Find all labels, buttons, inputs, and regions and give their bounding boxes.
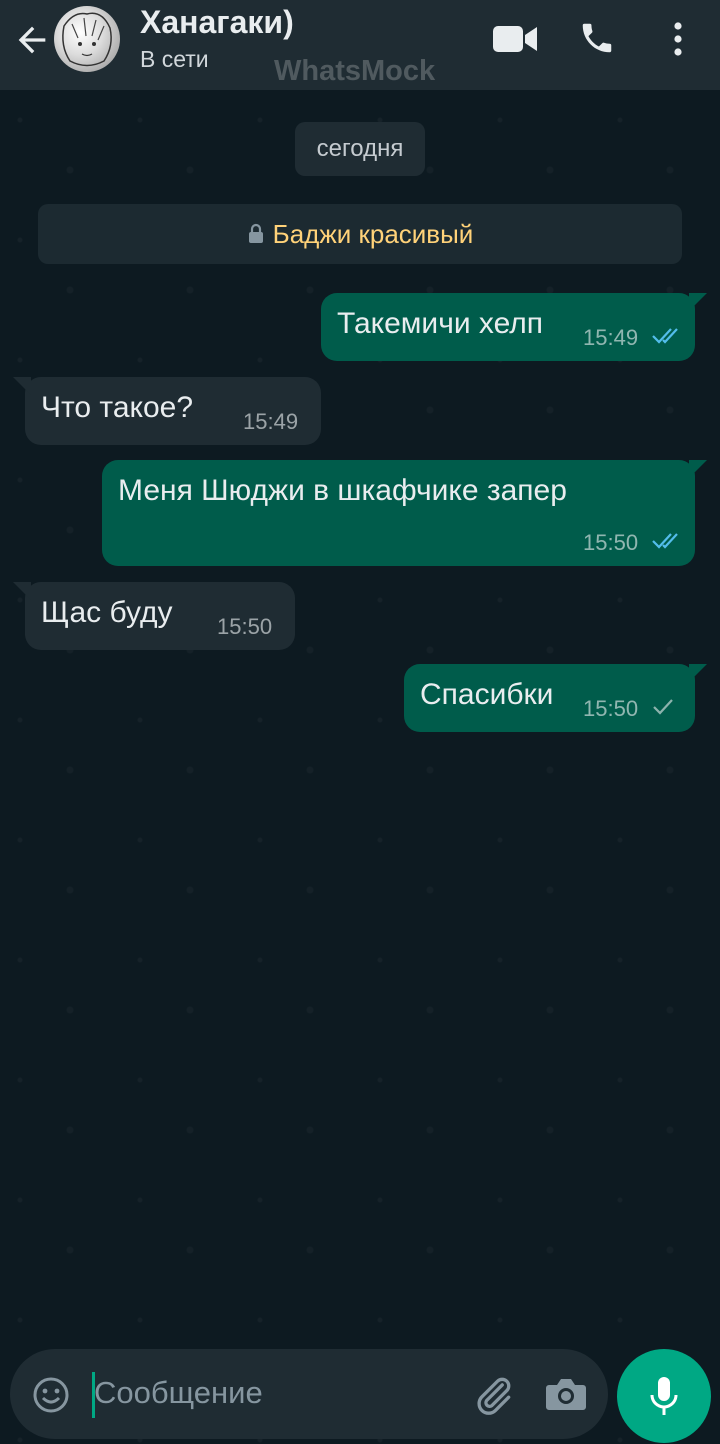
single-check-sent-icon: [653, 699, 673, 715]
message-text: Меня Шюджи в шкафчике запер: [118, 474, 567, 507]
message-time: 15:50: [583, 696, 639, 721]
video-call-icon[interactable]: [491, 22, 539, 56]
microphone-icon: [650, 1377, 678, 1415]
back-arrow-icon[interactable]: [12, 20, 52, 60]
paperclip-icon[interactable]: [472, 1373, 516, 1417]
message-bubble-outgoing[interactable]: Спасибки 15:50: [404, 664, 707, 732]
double-check-read-icon: [652, 533, 678, 549]
message-bubble-incoming[interactable]: Щас буду 15:50: [13, 582, 295, 650]
contact-status: В сети: [140, 46, 209, 72]
message-time: 15:49: [243, 409, 299, 434]
message-time: 15:50: [583, 530, 639, 555]
double-check-read-icon: [652, 328, 678, 344]
avatar[interactable]: [54, 6, 120, 72]
message-text: Что такое?: [41, 391, 194, 424]
message-bubble-incoming[interactable]: Что такое? 15:49: [13, 377, 321, 445]
watermark: WhatsMock: [274, 55, 436, 87]
encryption-banner[interactable]: Баджи красивый: [38, 204, 682, 264]
message-text: Спасибки: [420, 678, 554, 711]
message-bubble-outgoing[interactable]: Такемичи хелп 15:49: [321, 293, 707, 361]
lock-icon: [248, 223, 263, 243]
message-input[interactable]: Сообщение: [94, 1375, 263, 1411]
date-separator: сегодня: [295, 122, 425, 176]
message-time: 15:50: [217, 614, 273, 639]
contact-name[interactable]: Ханагаки): [140, 4, 294, 41]
message-time: 15:49: [583, 325, 639, 350]
message-text: Щас буду: [41, 596, 173, 629]
encryption-banner-text: Баджи красивый: [272, 218, 474, 249]
message-bubble-outgoing[interactable]: Меня Шюджи в шкафчике запер 15:50: [102, 460, 707, 566]
microphone-button[interactable]: [617, 1349, 711, 1443]
more-vertical-icon[interactable]: [668, 20, 688, 58]
message-text: Такемичи хелп: [337, 307, 544, 340]
phone-call-icon[interactable]: [578, 18, 616, 58]
camera-icon[interactable]: [545, 1375, 587, 1413]
chat-header: Ханагаки) В сети WhatsMock: [0, 0, 720, 90]
emoji-icon[interactable]: [32, 1376, 70, 1414]
message-composer[interactable]: Сообщение: [10, 1349, 608, 1439]
